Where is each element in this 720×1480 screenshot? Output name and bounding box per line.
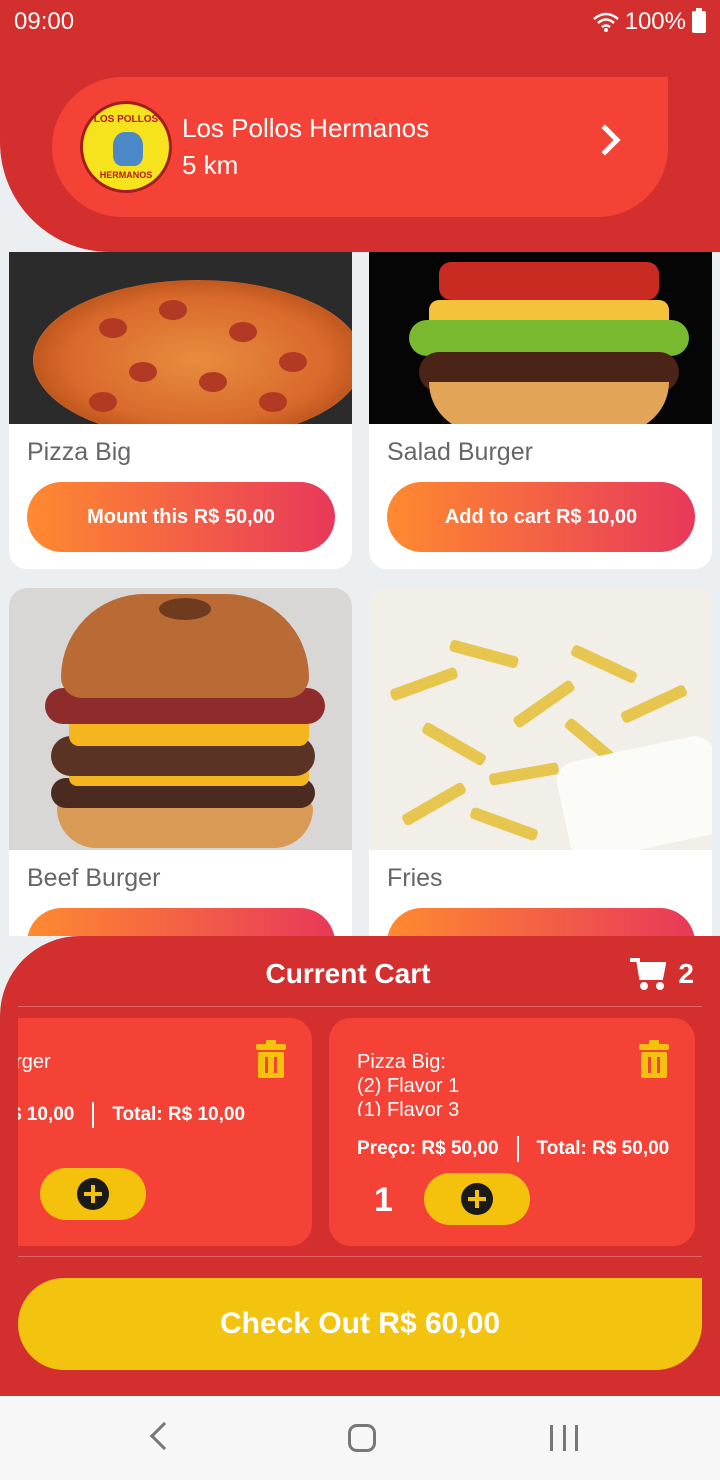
product-card-fries[interactable]: Fries	[369, 588, 712, 936]
trash-icon[interactable]	[256, 1040, 286, 1078]
fries-image	[369, 588, 712, 850]
increase-quantity-button[interactable]	[424, 1173, 530, 1225]
pizza-image	[9, 252, 352, 424]
increase-quantity-button[interactable]	[40, 1168, 146, 1220]
current-cart-panel: Current Cart 2 d Burger o: R$ 10,00 Tota…	[0, 936, 720, 1396]
product-name: Beef Burger	[27, 864, 161, 892]
plus-icon	[461, 1183, 493, 1215]
salad-burger-image	[369, 252, 712, 424]
shopping-cart-icon	[630, 958, 668, 990]
product-name: Salad Burger	[387, 438, 533, 466]
battery-icon	[692, 8, 706, 33]
product-card-salad-burger[interactable]: Salad Burger Add to cart R$ 10,00	[369, 252, 712, 569]
logo-figure	[113, 132, 143, 166]
separator	[516, 1136, 519, 1162]
cart-item-prices: Preço: R$ 50,00 Total: R$ 50,00	[357, 1136, 669, 1162]
product-name: Fries	[387, 864, 443, 892]
logo-top-text: LOS POLLOS	[93, 114, 159, 125]
status-time: 09:00	[14, 8, 75, 35]
logo-bottom-text: HERMANOS	[99, 170, 153, 180]
product-name: Pizza Big	[27, 438, 132, 466]
checkout-button[interactable]: Check Out R$ 60,00	[18, 1278, 702, 1370]
cart-item[interactable]: Pizza Big: (2) Flavor 1 (1) Flavor 3 Pre…	[329, 1018, 695, 1246]
cart-item-title: Pizza Big: (2) Flavor 1 (1) Flavor 3	[357, 1051, 460, 1116]
cart-item-quantity: 1	[374, 1181, 393, 1219]
mount-pizza-button[interactable]: Mount this R$ 50,00	[27, 482, 335, 552]
store-selector[interactable]: LOS POLLOS HERMANOS Los Pollos Hermanos …	[52, 77, 668, 217]
cart-item-total: Total: R$ 50,00	[536, 1138, 670, 1159]
cart-item-price: Preço: R$ 50,00	[357, 1138, 499, 1159]
back-icon[interactable]	[149, 1421, 179, 1451]
product-card-pizza-big[interactable]: Pizza Big Mount this R$ 50,00	[9, 252, 352, 569]
recent-apps-icon[interactable]	[550, 1425, 578, 1451]
cart-item-price: o: R$ 10,00	[18, 1104, 75, 1125]
cart-count: 2	[678, 958, 694, 989]
fries-button[interactable]	[387, 908, 695, 936]
store-info: Los Pollos Hermanos 5 km	[182, 113, 429, 181]
cart-count-button[interactable]: 2	[630, 958, 694, 990]
wifi-icon	[592, 12, 619, 32]
store-logo: LOS POLLOS HERMANOS	[80, 101, 172, 193]
system-navigation-bar	[0, 1396, 720, 1480]
beef-burger-button[interactable]	[27, 908, 335, 936]
divider	[18, 1006, 702, 1007]
status-icons: 100%	[592, 8, 706, 36]
separator	[92, 1102, 95, 1128]
cart-item-prices: o: R$ 10,00 Total: R$ 10,00	[18, 1102, 245, 1128]
product-card-beef-burger[interactable]: Beef Burger	[9, 588, 352, 936]
home-icon[interactable]	[348, 1424, 376, 1452]
plus-icon	[77, 1178, 109, 1210]
store-name: Los Pollos Hermanos	[182, 113, 430, 143]
chevron-right-icon	[589, 124, 621, 156]
cart-item[interactable]: d Burger o: R$ 10,00 Total: R$ 10,00	[18, 1018, 312, 1246]
cart-item-total: Total: R$ 10,00	[112, 1104, 246, 1125]
cart-items-scroller[interactable]: d Burger o: R$ 10,00 Total: R$ 10,00 Piz…	[18, 1016, 702, 1252]
add-to-cart-button[interactable]: Add to cart R$ 10,00	[387, 482, 695, 552]
cart-title: Current Cart	[265, 958, 431, 989]
divider	[18, 1256, 702, 1257]
store-distance: 5 km	[182, 150, 239, 180]
battery-text: 100%	[624, 8, 686, 35]
beef-burger-image	[9, 588, 352, 850]
trash-icon[interactable]	[639, 1040, 669, 1078]
